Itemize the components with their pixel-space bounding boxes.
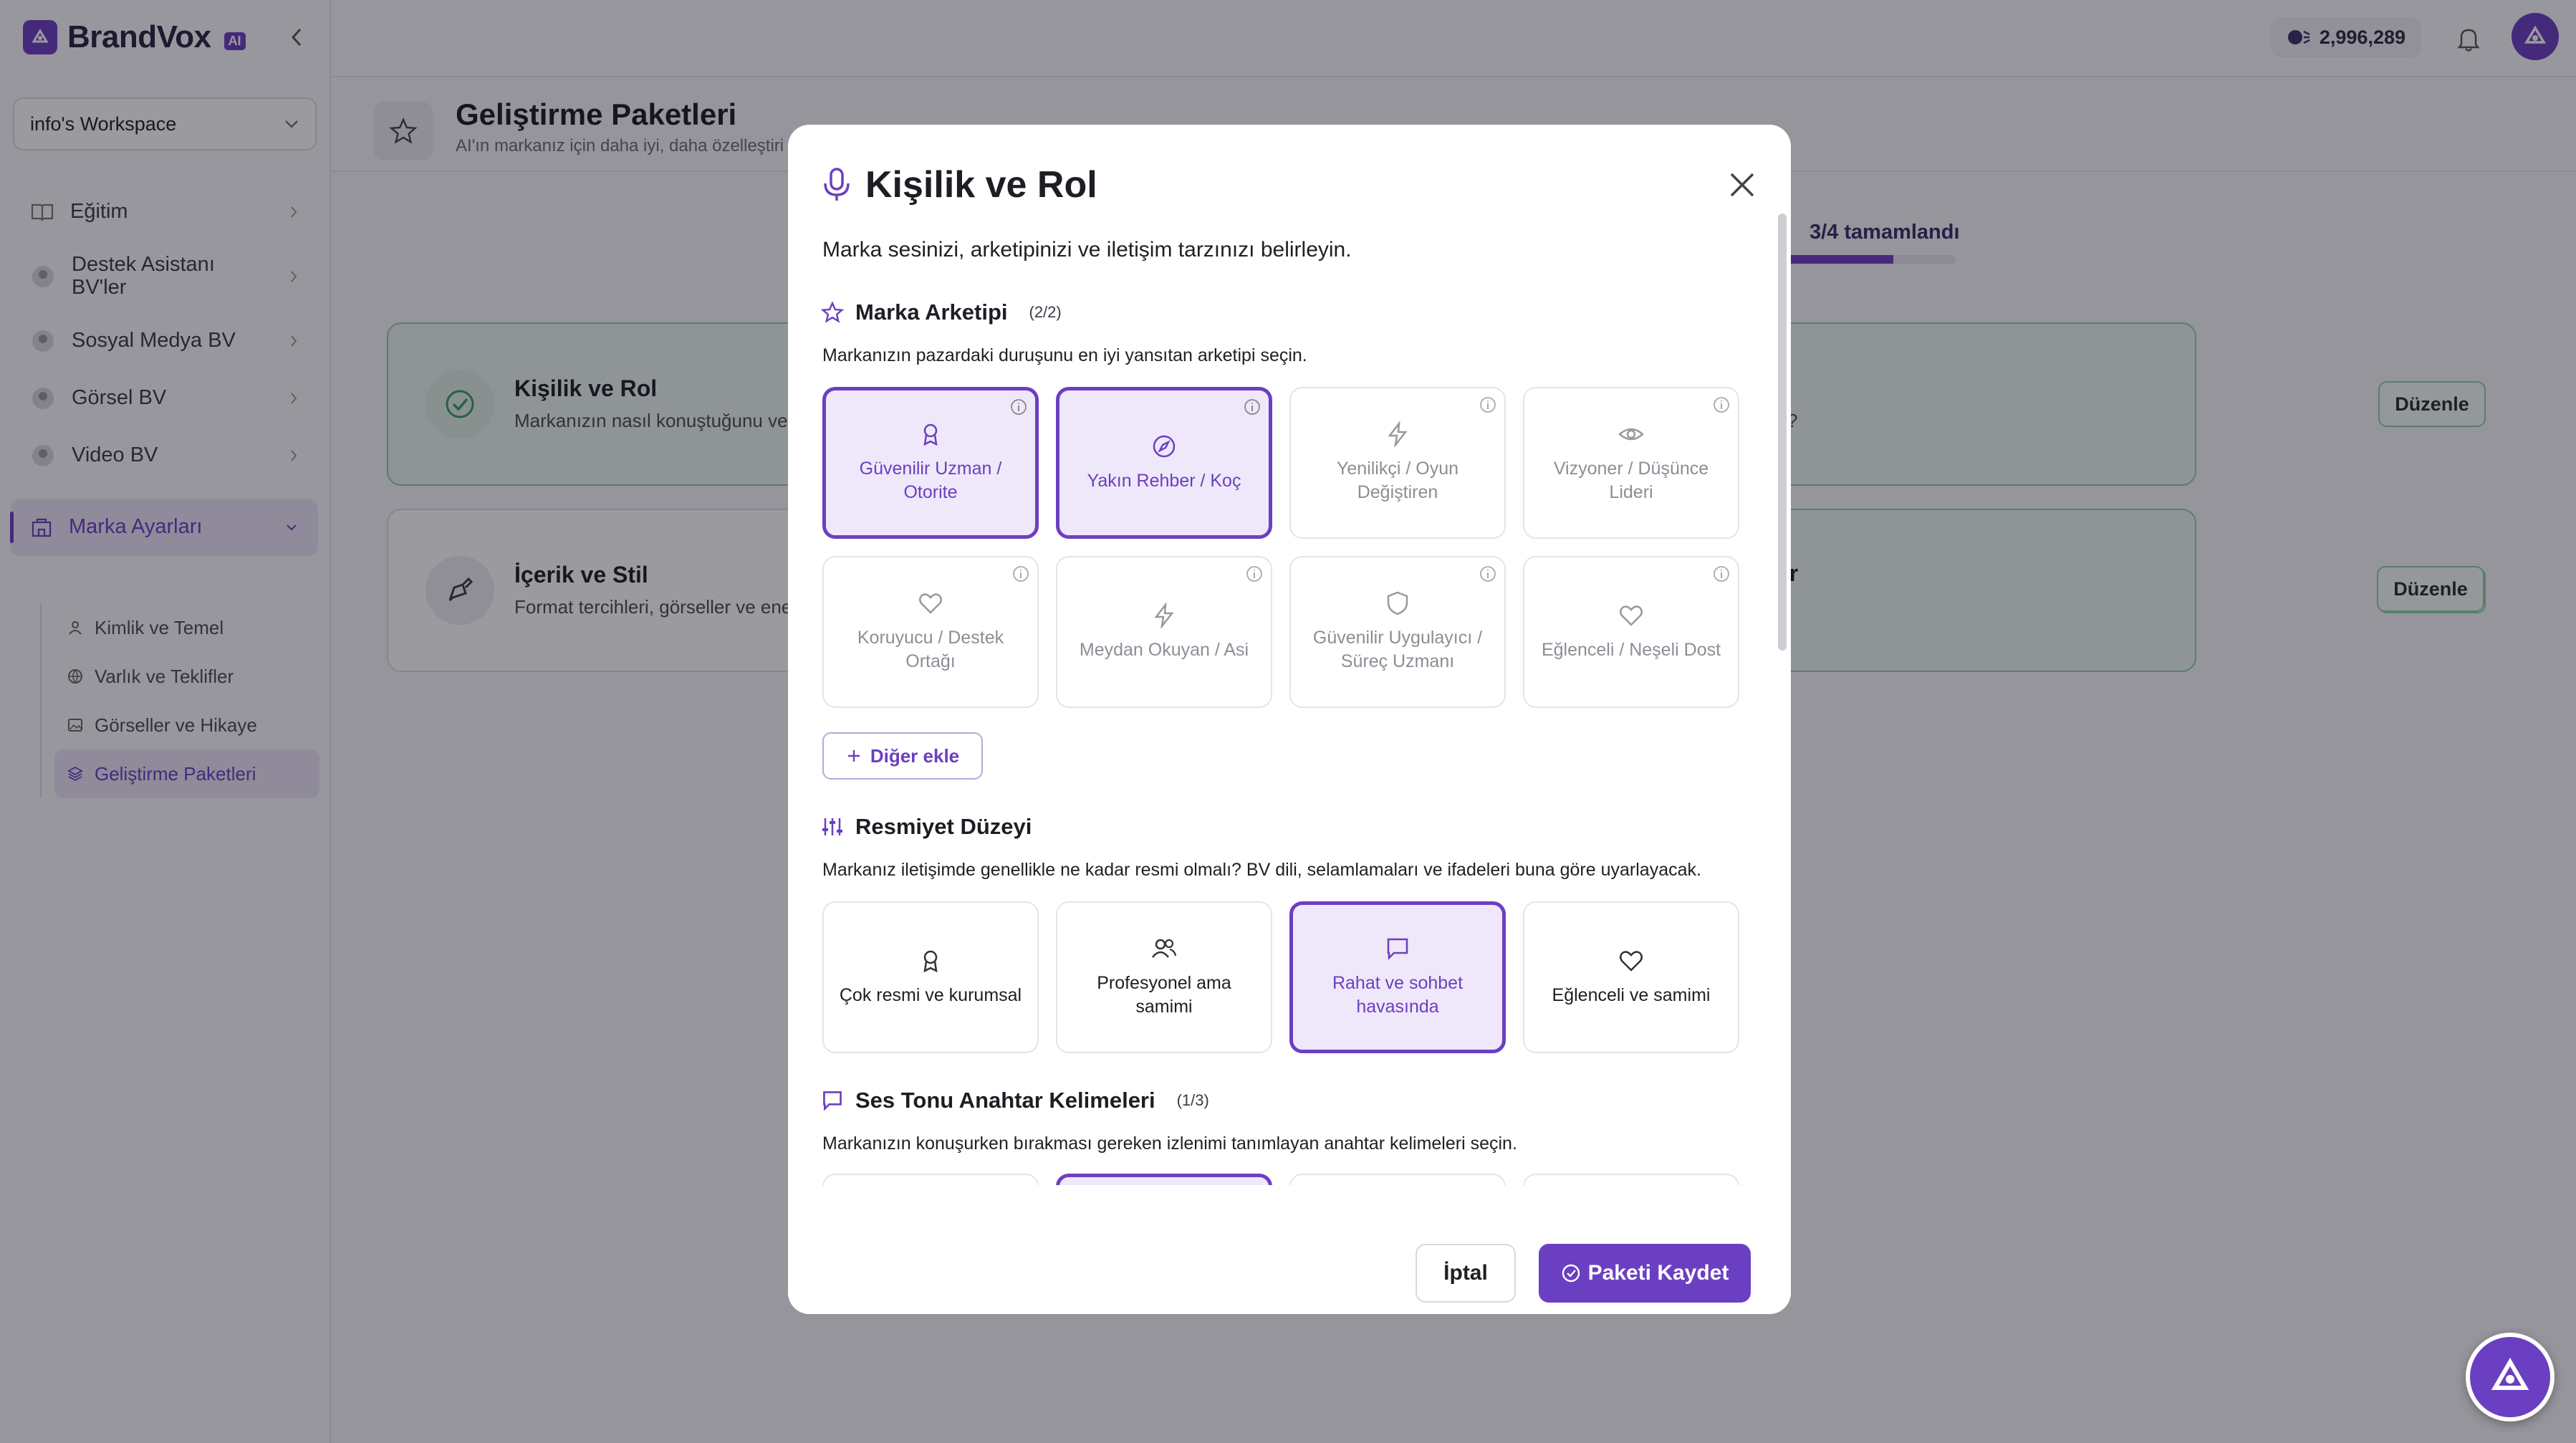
option-label: Eğlenceli / Neşeli Dost xyxy=(1541,639,1721,660)
modal-scrollbar[interactable] xyxy=(1778,214,1787,651)
save-package-label: Paketi Kaydet xyxy=(1587,1261,1729,1285)
section-title: Resmiyet Düzeyi xyxy=(855,814,1032,839)
users-icon xyxy=(1152,939,1177,958)
sliders-icon xyxy=(822,818,842,835)
add-other-button[interactable]: Diğer ekle xyxy=(822,732,983,780)
option-label: Güvenilir Uzman / Otorite xyxy=(859,459,1002,502)
tone-option[interactable] xyxy=(1056,1174,1272,1185)
heart-icon xyxy=(1620,950,1643,972)
section-title: Marka Arketipi xyxy=(855,299,1008,325)
modal-scroll-region: Marka Arketipi (2/2) Markanızın pazardak… xyxy=(788,125,1777,1185)
star-icon xyxy=(821,301,844,323)
option-label: Meydan Okuyan / Asi xyxy=(1079,639,1249,660)
option-label: Eğlenceli ve samimi xyxy=(1552,984,1711,1005)
tone-section-header: Ses Tonu Anahtar Kelimeleri (1/3) xyxy=(821,1088,1209,1113)
formality-section-header: Resmiyet Düzeyi xyxy=(821,814,1032,840)
add-other-label: Diğer ekle xyxy=(870,744,960,767)
section-description: Markanızın konuşurken bırakması gereken … xyxy=(822,1133,1517,1154)
shield-icon xyxy=(1387,591,1408,615)
heart-icon xyxy=(919,593,942,614)
info-icon[interactable] xyxy=(1243,398,1261,416)
option-label: Güvenilir Uygulayıcı / Süreç Uzmanı xyxy=(1312,628,1483,671)
option-label: Yakın Rehber / Koç xyxy=(1087,470,1241,491)
formality-option[interactable]: Eğlenceli ve samimi xyxy=(1523,901,1739,1053)
heart-icon xyxy=(1620,605,1643,626)
option-label: Koruyucu / Destek Ortağı xyxy=(857,628,1004,671)
tone-option[interactable] xyxy=(1523,1174,1739,1185)
info-icon[interactable] xyxy=(1009,398,1028,416)
info-icon[interactable] xyxy=(1479,395,1497,414)
formality-option[interactable]: Çok resmi ve kurumsal xyxy=(822,901,1039,1053)
selection-count: (2/2) xyxy=(1029,303,1062,321)
archetype-option[interactable]: Güvenilir Uzman / Otorite xyxy=(822,387,1039,539)
formality-option[interactable]: Profesyonel ama samimi xyxy=(1056,901,1272,1053)
archetype-option[interactable]: Güvenilir Uygulayıcı / Süreç Uzmanı xyxy=(1289,556,1506,708)
info-icon[interactable] xyxy=(1479,565,1497,583)
archetype-section-header: Marka Arketipi (2/2) xyxy=(821,299,1062,325)
info-icon[interactable] xyxy=(1011,565,1030,583)
section-description: Markanız iletişimde genellikle ne kadar … xyxy=(822,860,1701,880)
info-icon[interactable] xyxy=(1712,395,1731,414)
tone-option[interactable] xyxy=(822,1174,1039,1185)
archetype-option[interactable]: Yenilikçi / Oyun Değiştiren xyxy=(1289,387,1506,539)
tone-option[interactable] xyxy=(1289,1174,1506,1185)
selection-count: (1/3) xyxy=(1176,1091,1209,1109)
option-label: Yenilikçi / Oyun Değiştiren xyxy=(1337,459,1458,502)
section-description: Markanızın pazardaki duruşunu en iyi yan… xyxy=(822,345,1307,365)
personality-role-modal: Kişilik ve Rol Marka sesinizi, arketipin… xyxy=(788,125,1791,1314)
check-circle-icon xyxy=(1562,1264,1580,1283)
plus-icon xyxy=(847,750,860,762)
archetype-option[interactable]: Vizyoner / Düşünce Lideri xyxy=(1523,387,1739,539)
award-icon xyxy=(923,423,938,446)
section-title: Ses Tonu Anahtar Kelimeleri xyxy=(855,1088,1155,1113)
compass-icon xyxy=(1153,435,1176,457)
cancel-button[interactable]: İptal xyxy=(1416,1244,1516,1303)
info-icon[interactable] xyxy=(1712,565,1731,583)
chat-icon xyxy=(1387,938,1408,961)
modal-footer: İptal Paketi Kaydet xyxy=(788,1229,1791,1314)
lightning-icon xyxy=(1388,421,1408,447)
option-label: Profesyonel ama samimi xyxy=(1097,973,1231,1017)
save-package-button[interactable]: Paketi Kaydet xyxy=(1539,1244,1751,1303)
option-label: Rahat ve sohbet havasında xyxy=(1332,973,1464,1017)
archetype-option[interactable]: Eğlenceli / Neşeli Dost xyxy=(1523,556,1739,708)
archetype-option[interactable]: Koruyucu / Destek Ortağı xyxy=(822,556,1039,708)
chat-icon xyxy=(823,1091,842,1111)
info-icon[interactable] xyxy=(1245,565,1264,583)
archetype-option[interactable]: Yakın Rehber / Koç xyxy=(1056,387,1272,539)
assistant-chat-button[interactable] xyxy=(2466,1333,2555,1422)
award-icon xyxy=(923,950,938,972)
archetype-option[interactable]: Meydan Okuyan / Asi xyxy=(1056,556,1272,708)
brandvox-assistant-icon xyxy=(2491,1358,2529,1390)
option-label: Vizyoner / Düşünce Lideri xyxy=(1553,459,1709,502)
eye-icon xyxy=(1618,428,1644,441)
lightning-icon xyxy=(1154,602,1174,628)
formality-option[interactable]: Rahat ve sohbet havasında xyxy=(1289,901,1506,1053)
option-label: Çok resmi ve kurumsal xyxy=(839,984,1022,1005)
